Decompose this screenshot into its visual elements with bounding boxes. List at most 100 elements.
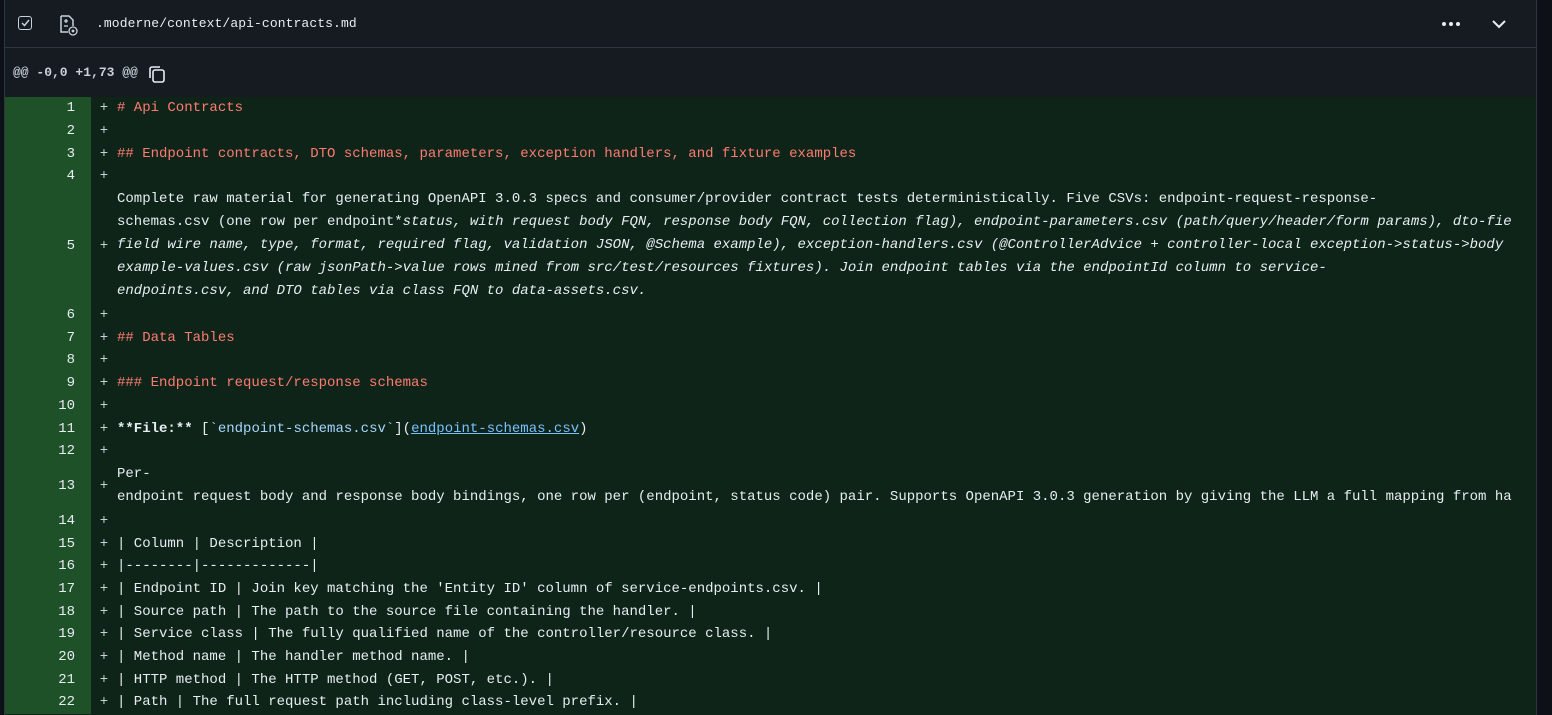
added-sign: + [99, 478, 109, 495]
file-diff-icon [60, 15, 78, 36]
diff-line: 20 + | Method name | The handler method na… [5, 645, 1536, 669]
line-number[interactable]: 13 [5, 462, 91, 510]
diff-line: 5 + Complete raw material for generating O… [5, 187, 1536, 304]
diff-line: 14 + [5, 509, 1536, 533]
added-sign: + [99, 145, 109, 162]
added-sign: + [99, 307, 109, 324]
added-sign: + [99, 100, 109, 117]
file-header: .moderne/context/api-contracts.md [5, 0, 1536, 48]
wrapped-line: endpoints.csv, and DTO tables via class … [117, 283, 647, 300]
diff-line: 21 + | HTTP method | The HTTP method (GET,… [5, 668, 1536, 692]
line-content [117, 120, 1536, 143]
line-number[interactable]: 11 [5, 417, 91, 440]
line-number[interactable]: 18 [5, 600, 91, 623]
line-number[interactable]: 7 [5, 326, 91, 350]
diff-body: 1 + # Api Contracts 2 +3 + ## Endpoint contrac… [5, 97, 1536, 715]
copy-icon[interactable] [147, 64, 167, 84]
wrapped-line: endpoint request body and response body … [117, 489, 1512, 506]
added-sign: + [99, 352, 109, 369]
line-content: | HTTP method | The HTTP method (GET, PO… [117, 671, 554, 688]
chevron-down-icon[interactable] [1489, 14, 1509, 34]
line-number[interactable]: 21 [5, 668, 91, 692]
diff-line: 19 + | Service class | The fully qualified… [5, 623, 1536, 646]
line-content: ## Data Tables [117, 329, 235, 346]
line-content [117, 510, 1536, 533]
added-sign: + [99, 512, 109, 529]
line-number[interactable]: 14 [5, 509, 91, 533]
added-sign: + [99, 535, 109, 552]
diff-line: 1 + # Api Contracts [5, 97, 1536, 120]
added-sign: + [99, 626, 109, 643]
checkbox-checked-icon[interactable] [18, 16, 32, 30]
added-sign: + [99, 580, 109, 597]
wrapped-line: Per- [117, 466, 151, 483]
line-number[interactable]: 5 [5, 187, 91, 304]
line-number[interactable]: 2 [5, 119, 91, 143]
file-link[interactable]: endpoint-schemas.csv [411, 421, 579, 437]
diff-line: 2 + [5, 119, 1536, 143]
file-path: .moderne/context/api-contracts.md [96, 16, 357, 31]
added-sign: + [99, 694, 109, 711]
line-number[interactable]: 12 [5, 439, 91, 463]
added-sign: + [99, 168, 109, 185]
added-sign: + [99, 329, 109, 346]
diff-line: 4 + [5, 165, 1536, 188]
line-number[interactable]: 9 [5, 371, 91, 395]
added-sign: + [99, 123, 109, 140]
diff-line: 22 + | Path | The full request path includ… [5, 691, 1536, 714]
line-number[interactable]: 22 [5, 691, 91, 714]
added-sign: + [99, 397, 109, 414]
added-sign: + [99, 237, 109, 254]
line-content: | Path | The full request path including… [117, 694, 638, 711]
line-content [117, 395, 1536, 418]
line-number[interactable]: 4 [5, 165, 91, 188]
line-content: | Method name | The handler method name.… [117, 649, 470, 666]
diff-line: 7 + ## Data Tables [5, 326, 1536, 350]
line-content: | Endpoint ID | Join key matching the 'E… [117, 580, 823, 597]
line-content: |--------|-------------| [117, 558, 319, 575]
line-content [117, 304, 1536, 327]
diff-line: 8 + [5, 349, 1536, 372]
added-sign: + [99, 443, 109, 460]
line-content [117, 440, 1536, 463]
line-content: Complete raw material for generating Ope… [117, 188, 1536, 304]
wrapped-line: schemas.csv (one row per endpoint*status… [117, 214, 1512, 231]
line-content: | Column | Description | [117, 535, 319, 552]
line-number[interactable]: 17 [5, 577, 91, 601]
diff-line: 15 + | Column | Description | [5, 532, 1536, 555]
line-number[interactable]: 19 [5, 623, 91, 646]
line-number[interactable]: 16 [5, 554, 91, 578]
line-content: **File:** [`endpoint-schemas.csv`](endpo… [117, 417, 1536, 440]
added-sign: + [99, 375, 109, 392]
diff-line: 16 + |--------|-------------| [5, 554, 1536, 578]
line-number[interactable]: 20 [5, 645, 91, 669]
diff-line: 11 + **File:** [`endpoint-schemas.csv`](en… [5, 417, 1536, 440]
line-number[interactable]: 1 [5, 97, 91, 120]
diff-line: 17 + | Endpoint ID | Join key matching the… [5, 577, 1536, 601]
line-content: | Source path | The path to the source f… [117, 603, 697, 620]
bracket: ]( [394, 420, 412, 437]
file-code: `endpoint-schemas.csv` [209, 420, 395, 437]
line-number[interactable]: 15 [5, 532, 91, 555]
line-number[interactable]: 10 [5, 394, 91, 418]
added-sign: + [99, 603, 109, 620]
line-content: Per-endpoint request body and response b… [117, 463, 1536, 510]
diff-line: 9 + ### Endpoint request/response schemas [5, 371, 1536, 395]
diff-line: 13 + Per-endpoint request body and respons… [5, 462, 1536, 510]
hunk-range: @@ -0,0 +1,73 @@ [13, 65, 138, 80]
line-number[interactable]: 6 [5, 303, 91, 327]
bracket: [ [192, 420, 210, 437]
diff-line: 6 + [5, 303, 1536, 327]
wrapped-line: example-values.csv (raw jsonPath->value … [117, 260, 1327, 277]
hunk-header: @@ -0,0 +1,73 @@ [5, 48, 1536, 98]
line-content [117, 165, 1536, 188]
line-content: ### Endpoint request/response schemas [117, 375, 428, 392]
line-content: ## Endpoint contracts, DTO schemas, para… [117, 145, 857, 162]
diff-line: 18 + | Source path | The path to the sourc… [5, 600, 1536, 623]
kebab-horizontal-icon[interactable] [1441, 20, 1461, 28]
wrapped-line: Complete raw material for generating Ope… [117, 191, 1378, 208]
line-number[interactable]: 3 [5, 142, 91, 166]
line-number[interactable]: 8 [5, 349, 91, 372]
added-sign: + [99, 671, 109, 688]
line-content: | Service class | The fully qualified na… [117, 626, 773, 643]
